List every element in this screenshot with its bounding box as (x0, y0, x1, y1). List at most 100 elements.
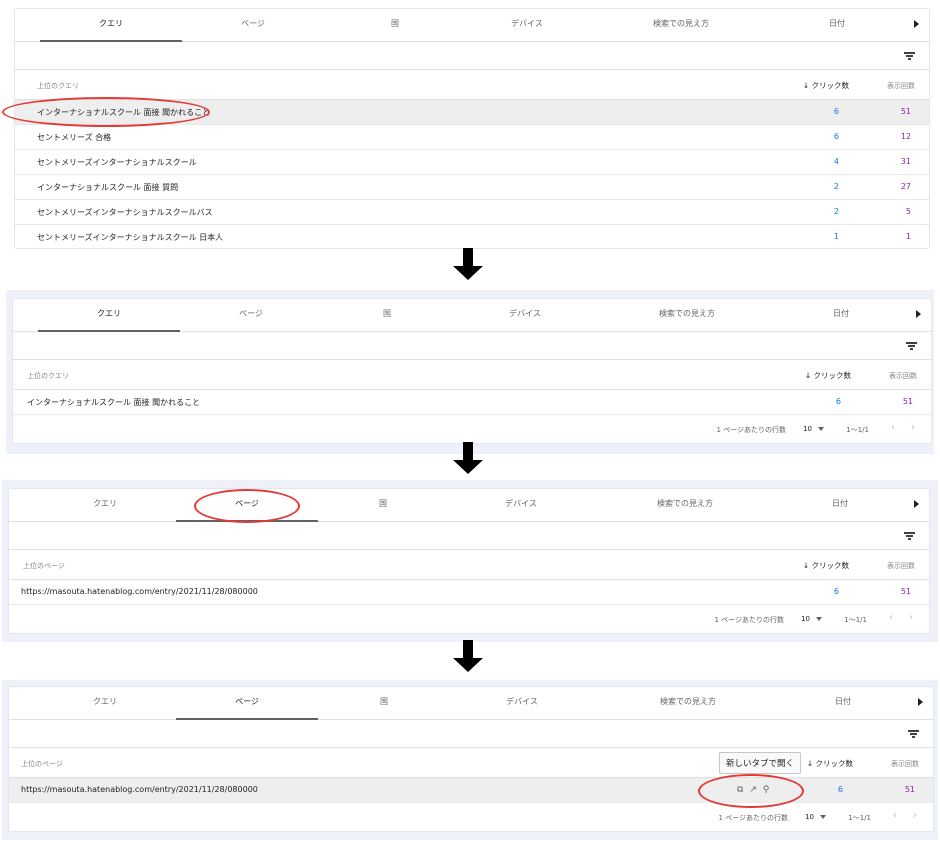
table-row[interactable]: セントメリーズインターナショナルスクール 4 31 (15, 150, 929, 175)
open-in-new-tab-tooltip: 新しいタブで開く (719, 752, 802, 774)
row-query: セントメリーズインターナショナルスクールバス (37, 208, 213, 217)
highlight-ellipse (698, 774, 804, 808)
chevron-right-icon[interactable]: › (911, 422, 915, 433)
tab-bar: クエリ ページ 国 デバイス 検索での見え方 日付 (9, 489, 929, 522)
table-row[interactable]: https://masouta.hatenablog.com/entry/202… (9, 580, 929, 605)
column-header-queries: 上位のクエリ (27, 372, 69, 380)
column-header-clicks[interactable]: ↓ クリック数 (803, 560, 849, 571)
arrow-down-icon: ↓ (806, 759, 814, 768)
tab-dates[interactable]: 日付 (772, 687, 914, 720)
column-header-impressions[interactable]: 表示回数 (887, 561, 915, 571)
table-row[interactable]: インターナショナルスクール 面接 聞かれること 6 51 (13, 390, 931, 415)
tab-pages[interactable]: ページ (182, 9, 324, 42)
tab-countries[interactable]: 国 (313, 687, 455, 720)
panel-queries-filtered: クエリ ページ 国 デバイス 検索での見え方 日付 上位のクエリ ↓ クリック数… (12, 298, 932, 444)
column-header-impressions[interactable]: 表示回数 (889, 371, 917, 381)
table-row[interactable]: セントメリーズインターナショナルスクールバス 2 5 (15, 200, 929, 225)
tab-countries[interactable]: 国 (316, 299, 458, 332)
tab-search-appearance[interactable]: 検索での見え方 (616, 299, 758, 332)
row-impressions: 51 (900, 107, 911, 116)
row-page-url[interactable]: https://masouta.hatenablog.com/entry/202… (21, 587, 258, 596)
tab-devices[interactable]: デバイス (451, 687, 593, 720)
down-arrow-icon (453, 442, 483, 478)
column-header-impressions[interactable]: 表示回数 (891, 759, 919, 769)
column-header-clicks[interactable]: ↓ クリック数 (803, 80, 849, 91)
tab-scroll-right-icon[interactable] (914, 20, 919, 28)
tab-queries[interactable]: クエリ (34, 687, 176, 720)
row-clicks: 6 (833, 587, 839, 596)
tab-dates[interactable]: 日付 (770, 299, 912, 332)
tab-search-appearance[interactable]: 検索での見え方 (610, 9, 752, 42)
row-impressions: 51 (904, 785, 915, 794)
tab-scroll-right-icon[interactable] (914, 500, 919, 508)
chevron-left-icon[interactable]: ‹ (891, 422, 895, 433)
filter-icon[interactable] (904, 52, 915, 60)
rows-per-page-select[interactable]: 10 (801, 615, 810, 623)
tab-scroll-right-icon[interactable] (916, 310, 921, 318)
tab-queries[interactable]: クエリ (34, 489, 176, 522)
filter-icon[interactable] (906, 342, 917, 350)
chevron-down-icon[interactable] (816, 617, 822, 621)
column-header-clicks[interactable]: ↓ クリック数 (805, 370, 851, 381)
filter-bar (15, 42, 929, 70)
tab-search-appearance[interactable]: 検索での見え方 (614, 489, 756, 522)
column-header-pages: 上位のページ (23, 562, 65, 570)
filter-icon[interactable] (904, 532, 915, 540)
tab-queries[interactable]: クエリ (38, 299, 180, 332)
row-page-url[interactable]: https://masouta.hatenablog.com/entry/202… (21, 785, 258, 794)
page-range: 1〜1/1 (846, 426, 869, 434)
rows-per-page-label: 1 ページあたりの行数 (716, 426, 786, 434)
tab-pages[interactable]: ページ (180, 299, 322, 332)
chevron-down-icon[interactable] (820, 815, 826, 819)
filter-bar (9, 522, 929, 550)
row-clicks: 6 (833, 107, 839, 116)
rows-per-page-select[interactable]: 10 (805, 813, 814, 821)
down-arrow-icon (453, 248, 483, 284)
tab-countries[interactable]: 国 (312, 489, 454, 522)
panel-pages: クエリ ページ 国 デバイス 検索での見え方 日付 上位のページ ↓ クリック数… (8, 488, 930, 634)
tab-pages[interactable]: ページ (176, 687, 318, 720)
column-header-queries: 上位のクエリ (37, 82, 79, 90)
table-header: 上位のページ ↓ クリック数 表示回数 (9, 550, 929, 580)
row-query: インターナショナルスクール 面接 聞かれること (27, 398, 201, 407)
highlight-ellipse (2, 97, 210, 127)
tab-dates[interactable]: 日付 (769, 489, 911, 522)
chevron-left-icon[interactable]: ‹ (889, 612, 893, 623)
tab-queries[interactable]: クエリ (40, 9, 182, 42)
row-impressions: 5 (905, 207, 911, 216)
clicks-label: クリック数 (813, 371, 852, 380)
row-impressions: 12 (900, 132, 911, 141)
table-row[interactable]: インターナショナルスクール 面接 質問 2 27 (15, 175, 929, 200)
filter-icon[interactable] (908, 730, 919, 738)
chevron-right-icon[interactable]: › (913, 810, 917, 821)
chevron-right-icon[interactable]: › (909, 612, 913, 623)
row-impressions: 31 (900, 157, 911, 166)
pagination: 1 ページあたりの行数 10 1〜1/1 ‹ › (13, 415, 931, 442)
column-header-clicks[interactable]: ↓ クリック数 (807, 758, 853, 769)
tab-dates[interactable]: 日付 (766, 9, 908, 42)
page-range: 1〜1/1 (844, 616, 867, 624)
tab-bar: クエリ ページ 国 デバイス 検索での見え方 日付 (13, 299, 931, 332)
tab-devices[interactable]: デバイス (456, 9, 598, 42)
column-header-impressions[interactable]: 表示回数 (887, 81, 915, 91)
tab-bar: クエリ ページ 国 デバイス 検索での見え方 日付 (15, 9, 929, 42)
table-row[interactable]: セントメリーズインターナショナルスクール 日本人 1 1 (15, 225, 929, 248)
clicks-label: クリック数 (811, 81, 850, 90)
filter-bar (9, 720, 933, 748)
chevron-down-icon[interactable] (818, 427, 824, 431)
panel-queries-full: クエリ ページ 国 デバイス 検索での見え方 日付 上位のクエリ ↓ クリック数… (14, 8, 930, 249)
tab-devices[interactable]: デバイス (454, 299, 596, 332)
rows-per-page-select[interactable]: 10 (803, 425, 812, 433)
row-clicks: 1 (833, 232, 839, 241)
row-clicks: 2 (833, 207, 839, 216)
table-row[interactable]: セントメリーズ 合格 6 12 (15, 125, 929, 150)
tab-countries[interactable]: 国 (324, 9, 466, 42)
tab-scroll-right-icon[interactable] (918, 698, 923, 706)
table-header: 上位のクエリ ↓ クリック数 表示回数 (15, 70, 929, 100)
rows-per-page-label: 1 ページあたりの行数 (714, 616, 784, 624)
chevron-left-icon[interactable]: ‹ (893, 810, 897, 821)
tab-devices[interactable]: デバイス (450, 489, 592, 522)
tab-search-appearance[interactable]: 検索での見え方 (617, 687, 759, 720)
pagination: 1 ページあたりの行数 10 1〜1/1 ‹ › (9, 605, 929, 632)
row-clicks: 4 (833, 157, 839, 166)
